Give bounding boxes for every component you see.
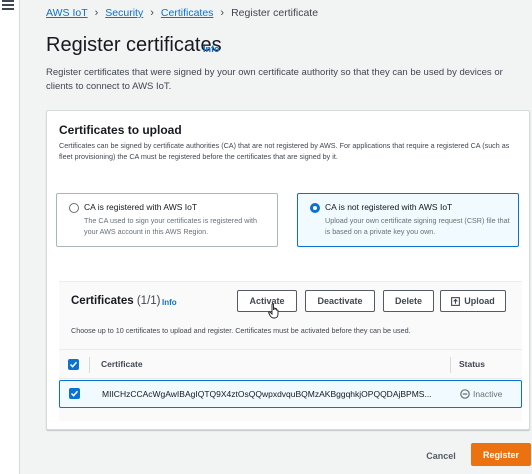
checkbox-checked-icon [70,390,79,397]
breadcrumb-security[interactable]: Security [105,7,143,19]
hamburger-menu-icon[interactable] [2,0,14,10]
upload-button-label: Upload [464,296,495,306]
chevron-right-icon: › [220,7,225,19]
page-info-link[interactable]: Info [203,44,220,54]
column-divider [450,357,451,373]
radio-label: CA is registered with AWS IoT [84,202,198,212]
radio-label: CA is not registered with AWS IoT [325,202,453,212]
radio-description: Upload your own certificate signing requ… [325,216,510,236]
breadcrumb: AWS IoT › Security › Certificates › Regi… [46,6,318,20]
deactivate-button[interactable]: Deactivate [305,290,375,312]
page-title: Register certificates [46,34,222,56]
radio-button[interactable] [310,203,320,213]
table-row[interactable]: MIICHzCCAcWgAwIBAgIQTQ9X4ztOsQQwpxdvquBQ… [59,380,522,408]
certificate-value: MIICHzCCAcWgAwIBAgIQTQ9X4ztOsQQwpxdvquBQ… [102,389,432,399]
chevron-right-icon: › [94,7,99,19]
certificates-table-panel: Certificates (1/1) Info Activate Deactiv… [59,281,522,421]
certificates-count: (1/1) [136,295,161,307]
upload-button[interactable]: Upload [440,290,506,312]
row-checkbox[interactable] [69,388,80,399]
certificates-hint: Choose up to 10 certificates to upload a… [71,326,411,335]
radio-button[interactable] [69,203,79,213]
status-cell: Inactive [460,389,502,399]
column-header-certificate[interactable]: Certificate [101,359,143,369]
cancel-button[interactable]: Cancel [416,445,466,467]
breadcrumb-current: Register certificate [231,7,319,19]
table-header: Certificate Status [59,349,522,379]
certificates-header: Certificates (1/1) [71,295,161,307]
upload-icon [451,296,461,306]
column-divider [89,357,90,373]
status-text: Inactive [473,389,503,399]
left-navigation-rail [0,0,20,474]
column-header-status[interactable]: Status [459,359,485,369]
radio-description: The CA used to sign your certificates is… [84,216,257,236]
certificates-to-upload-container: Certificates to upload Certificates can … [46,110,530,430]
breadcrumb-aws-iot[interactable]: AWS IoT [46,7,88,19]
hand-cursor-icon [268,303,279,319]
page-description: Register certificates that were signed b… [46,67,503,92]
radio-ca-registered[interactable]: CA is registered with AWS IoT The CA use… [56,193,278,247]
certificates-info-link[interactable]: Info [162,298,177,307]
activate-button[interactable]: Activate [237,290,297,312]
delete-button[interactable]: Delete [383,290,434,312]
radio-ca-not-registered[interactable]: CA is not registered with AWS IoT Upload… [297,193,519,247]
section-title: Certificates to upload [59,123,182,137]
select-all-checkbox[interactable] [68,359,79,370]
status-inactive-icon [460,389,470,399]
certificates-title: Certificates [71,295,134,307]
breadcrumb-certificates[interactable]: Certificates [161,7,214,19]
section-description: Certificates can be signed by certificat… [59,141,510,161]
checkbox-checked-icon [69,361,78,368]
chevron-right-icon: › [150,7,154,19]
register-button[interactable]: Register [471,443,531,466]
